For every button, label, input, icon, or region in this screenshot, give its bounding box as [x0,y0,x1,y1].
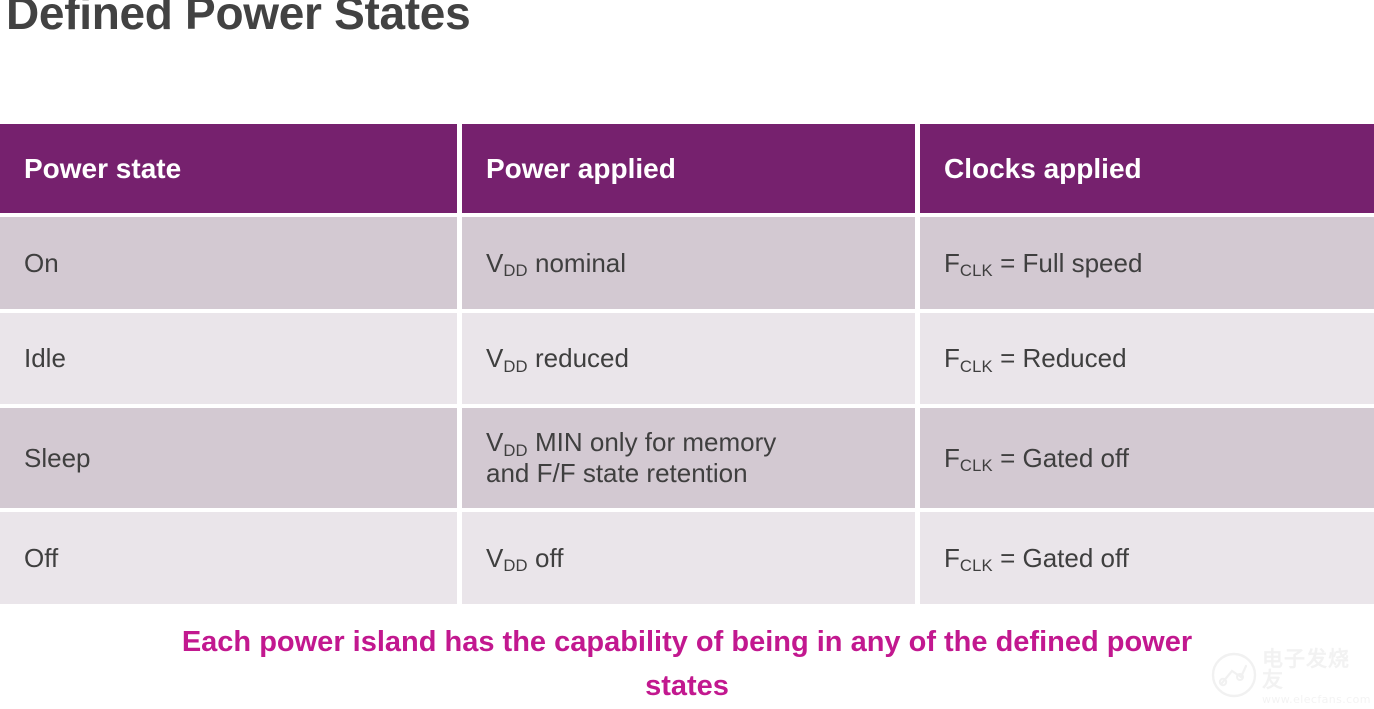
cell-clocks-applied: FCLK = Gated off [920,408,1374,508]
cell-clocks-applied: FCLK = Full speed [920,217,1374,309]
power-states-table: Power state Power applied Clocks applied… [0,124,1374,604]
subscript: DD [503,261,528,281]
column-header-power-state: Power state [0,124,457,213]
cell-power-applied: VDD MIN only for memory and F/F state re… [462,408,915,508]
subscript: DD [503,356,528,376]
cell-clocks-applied: FCLK = Gated off [920,512,1374,604]
cell-power-state: Idle [0,313,457,404]
cell-clocks-applied: FCLK = Reduced [920,313,1374,404]
symbol: F [944,247,960,278]
subscript: CLK [959,356,993,376]
table-row: On VDD nominal FCLK = Full speed [0,217,1374,309]
value-text: = Full speed [992,247,1143,278]
subscript: CLK [959,456,993,476]
value-text: = Reduced [992,343,1127,374]
cell-power-state: Off [0,512,457,604]
column-header-power-applied: Power applied [462,124,915,213]
value-text: MIN only for memory and F/F state retent… [486,427,777,488]
cell-power-applied: VDD reduced [462,313,915,404]
value-text: = Gated off [992,542,1129,573]
value-text: reduced [527,343,629,374]
symbol: V [486,343,504,374]
cell-power-applied: VDD off [462,512,915,604]
table-header-row: Power state Power applied Clocks applied [0,124,1374,213]
symbol: V [486,427,504,458]
subscript: DD [503,556,528,576]
page-title: Defined Power States [6,0,471,39]
table-row: Sleep VDD MIN only for memory and F/F st… [0,408,1374,508]
value-text: off [527,542,564,573]
value-text: nominal [527,247,627,278]
cell-power-state: Sleep [0,408,457,508]
subscript: CLK [959,261,993,281]
symbol: V [486,247,504,278]
table-row: Idle VDD reduced FCLK = Reduced [0,313,1374,404]
subscript: CLK [959,556,993,576]
column-header-clocks-applied: Clocks applied [920,124,1374,213]
symbol: V [486,542,504,573]
slide-caption: Each power island has the capability of … [181,626,1193,703]
symbol: F [944,542,960,573]
table-row: Off VDD off FCLK = Gated off [0,512,1374,604]
value-text: = Gated off [992,442,1129,473]
cell-power-applied: VDD nominal [462,217,915,309]
cell-power-state: On [0,217,457,309]
symbol: F [944,442,960,473]
subscript: DD [503,440,528,460]
symbol: F [944,343,960,374]
